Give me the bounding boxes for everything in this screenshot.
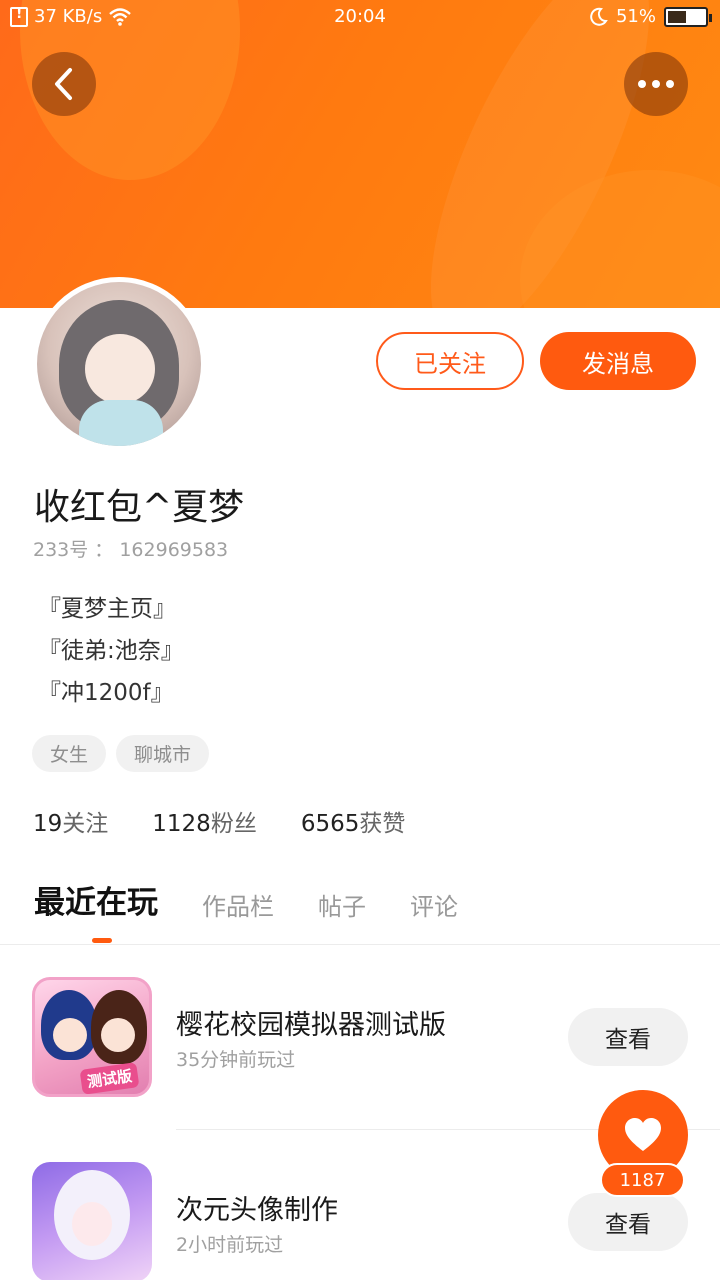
profile-tags: 女生 聊城市 xyxy=(32,735,210,772)
stat-value: 1128 xyxy=(152,811,211,837)
gender-tag: 女生 xyxy=(32,735,107,772)
tab-works[interactable]: 作品栏 xyxy=(202,887,274,922)
game-icon-badge: 测试版 xyxy=(79,1062,140,1094)
send-message-button[interactable]: 发消息 xyxy=(540,332,696,390)
avatar-image xyxy=(37,282,201,446)
game-played-time: 35分钟前玩过 xyxy=(176,1049,296,1071)
bio-line: 『冲1200f』 xyxy=(38,680,174,706)
stat-label: 粉丝 xyxy=(210,811,257,837)
stat-likes: 6565获赞 xyxy=(301,804,406,838)
user-id: 233号 ： 162969583 xyxy=(33,539,229,561)
profile-banner xyxy=(0,0,720,308)
battery-level xyxy=(668,10,686,23)
tab-posts[interactable]: 帖子 xyxy=(318,887,366,922)
stat-value: 19 xyxy=(33,811,63,837)
like-count: 1187 xyxy=(600,1163,685,1197)
battery-icon xyxy=(664,6,712,27)
bio: 『夏梦主页』 『徒弟:池奈』 『冲1200f』 xyxy=(38,588,184,714)
battery-percent: 51% xyxy=(615,6,656,27)
bio-line: 『徒弟:池奈』 xyxy=(38,638,184,664)
tab-comments[interactable]: 评论 xyxy=(410,887,458,922)
game-title: 次元头像制作 xyxy=(176,1195,338,1226)
chevron-left-icon xyxy=(55,68,72,100)
game-icon xyxy=(32,1162,152,1280)
more-dots-icon xyxy=(638,80,674,88)
more-button[interactable] xyxy=(624,52,688,116)
profile-tabs: 最近在玩 作品栏 帖子 评论 xyxy=(34,877,458,922)
tab-indicator xyxy=(92,938,112,943)
game-title: 樱花校园模拟器测试版 xyxy=(176,1010,446,1041)
avatar[interactable] xyxy=(32,277,206,451)
profile-stats: 19关注 1128粉丝 6565获赞 xyxy=(33,804,405,838)
stat-followers[interactable]: 1128粉丝 xyxy=(152,804,257,838)
location-tag: 聊城市 xyxy=(116,735,210,772)
bio-line: 『夏梦主页』 xyxy=(38,596,176,622)
stat-label: 获赞 xyxy=(359,811,406,837)
back-button[interactable] xyxy=(32,52,96,116)
game-icon: 测试版 xyxy=(32,977,152,1097)
heart-icon xyxy=(625,1118,661,1151)
divider xyxy=(0,944,720,945)
status-bar: 37 KB/s 20:04 51% xyxy=(0,0,720,34)
stat-following[interactable]: 19关注 xyxy=(33,804,108,838)
username: 收红包^夏梦 xyxy=(34,487,245,528)
followed-button[interactable]: 已关注 xyxy=(376,332,524,390)
game-played-time: 2小时前玩过 xyxy=(176,1234,284,1256)
stat-value: 6565 xyxy=(300,811,360,837)
view-button[interactable]: 查看 xyxy=(568,1008,688,1066)
stat-label: 关注 xyxy=(62,811,109,837)
tab-recently-played[interactable]: 最近在玩 xyxy=(34,877,158,922)
moon-icon xyxy=(590,7,608,26)
view-button[interactable]: 查看 xyxy=(568,1193,688,1251)
